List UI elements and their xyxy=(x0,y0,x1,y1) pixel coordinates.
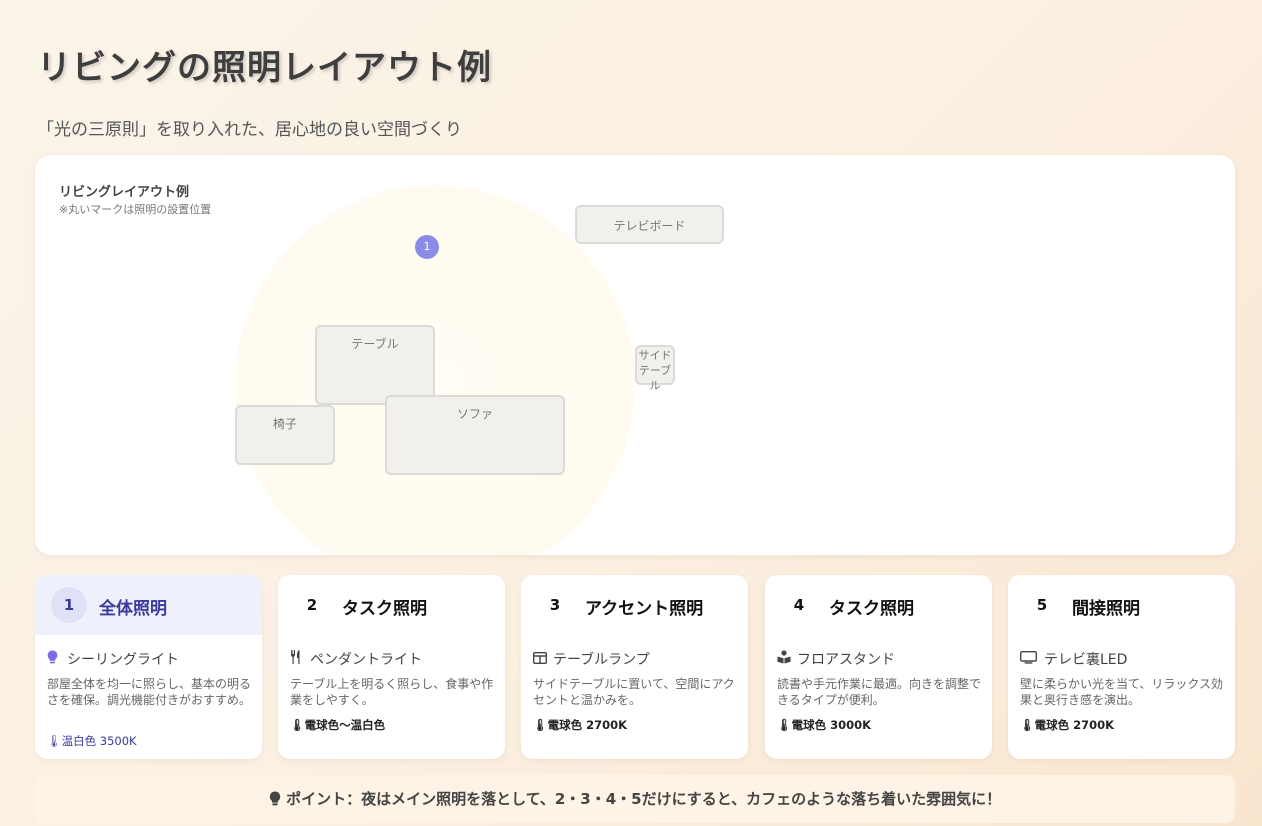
card-fixture-label: フロアスタンド xyxy=(797,652,895,668)
thermometer-icon: 🌡 xyxy=(47,734,62,748)
card-description: サイドテーブルに置いて、空間にアクセントと温かみを。 xyxy=(533,677,735,707)
layout-note: ※丸いマークは照明の設置位置 xyxy=(59,203,212,216)
lightbulb-icon xyxy=(47,650,61,668)
card-color-temp: 🌡電球色 2700K xyxy=(1020,717,1114,733)
card-color-temp-label: 電球色 3000K xyxy=(791,718,872,732)
card-header: 1 全体照明 xyxy=(35,575,262,635)
card-title: 間接照明 xyxy=(1072,599,1140,619)
furniture-tv-board: テレビボード xyxy=(575,205,724,244)
card-color-temp: 🌡電球色 3000K xyxy=(777,717,871,733)
card-fixture-label: ペンダントライト xyxy=(310,652,422,668)
card-fixture-label: テレビ裏LED xyxy=(1044,652,1128,668)
book-reader-icon xyxy=(777,650,791,668)
card-number: 3 xyxy=(549,596,561,614)
card-color-temp: 🌡電球色 2700K xyxy=(533,717,627,733)
furniture-side-table: サイドテーブル xyxy=(635,345,675,392)
card-title: アクセント照明 xyxy=(585,599,704,619)
card-header: 5 間接照明 xyxy=(1008,575,1235,635)
thermometer-icon: 🌡 xyxy=(1020,718,1035,732)
card-title: タスク照明 xyxy=(829,599,914,619)
page-subtitle: 「光の三原則」を取り入れた、居心地の良い空間づくり xyxy=(37,120,462,140)
card-header: 3 アクセント照明 xyxy=(521,575,748,635)
card-number: 2 xyxy=(306,596,318,614)
furniture-chair: 椅子 xyxy=(235,405,335,465)
light-marker-1[interactable]: 1 xyxy=(415,235,439,259)
furniture-table: テーブル xyxy=(315,325,435,405)
card-number: 1 xyxy=(51,587,87,623)
layout-title: リビングレイアウト例 xyxy=(59,185,190,200)
card-color-temp-label: 電球色 2700K xyxy=(1034,718,1115,732)
card-title: タスク照明 xyxy=(342,599,427,619)
lighting-card-5[interactable]: 5 間接照明 テレビ裏LED 壁に柔らかい光を当て、リラックス効果と奥行き感を演… xyxy=(1008,575,1235,759)
card-fixture: フロアスタンド xyxy=(777,649,895,669)
card-header: 2 タスク照明 xyxy=(278,575,505,635)
card-color-temp-label: 電球色 2700K xyxy=(547,718,628,732)
card-title: 全体照明 xyxy=(99,599,167,619)
lighting-card-3[interactable]: 3 アクセント照明 テーブルランプ サイドテーブルに置いて、空間にアクセントと温… xyxy=(521,575,748,759)
card-color-temp-label: 電球色〜温白色 xyxy=(304,718,386,732)
card-description: テーブル上を明るく照らし、食事や作業をしやすく。 xyxy=(290,677,494,707)
tv-icon xyxy=(1019,650,1038,668)
table-icon xyxy=(532,651,548,668)
card-fixture-label: シーリングライト xyxy=(67,652,179,668)
lighting-card-1[interactable]: 1 全体照明 シーリングライト 部屋全体を均一に照らし、基本の明るさを確保。調光… xyxy=(35,575,262,759)
thermometer-icon: 🌡 xyxy=(777,718,792,732)
layout-panel: リビングレイアウト例 ※丸いマークは照明の設置位置 テレビボード テーブル 椅子… xyxy=(35,155,1235,555)
card-fixture-label: テーブルランプ xyxy=(553,652,650,668)
card-color-temp-label: 温白色 3500K xyxy=(61,734,137,748)
lighting-card-4[interactable]: 4 タスク照明 フロアスタンド 読書や手元作業に最適。向きを調整できるタイプが便… xyxy=(765,575,992,759)
card-number: 4 xyxy=(793,596,805,614)
thermometer-icon: 🌡 xyxy=(290,718,305,732)
card-color-temp: 🌡電球色〜温白色 xyxy=(290,717,385,733)
utensils-icon xyxy=(290,650,304,668)
thermometer-icon: 🌡 xyxy=(533,718,548,732)
tip-text: ポイント：夜はメイン照明を落として、2・3・4・5だけにすると、カフェのような落… xyxy=(286,790,1002,808)
furniture-sofa: ソファ xyxy=(385,395,565,475)
page-title: リビングの照明レイアウト例 xyxy=(37,48,492,88)
card-description: 読書や手元作業に最適。向きを調整できるタイプが便利。 xyxy=(777,677,982,707)
card-fixture: テーブルランプ xyxy=(532,649,650,669)
card-header: 4 タスク照明 xyxy=(765,575,992,635)
card-fixture: ペンダントライト xyxy=(290,649,422,669)
card-fixture: テレビ裏LED xyxy=(1019,649,1128,669)
card-number: 5 xyxy=(1036,596,1048,614)
tip-banner: ポイント：夜はメイン照明を落として、2・3・4・5だけにすると、カフェのような落… xyxy=(35,775,1235,823)
card-color-temp: 🌡温白色 3500K xyxy=(47,733,137,749)
card-description: 壁に柔らかい光を当て、リラックス効果と奥行き感を演出。 xyxy=(1020,677,1224,707)
card-description: 部屋全体を均一に照らし、基本の明るさを確保。調光機能付きがおすすめ。 xyxy=(47,677,252,707)
card-fixture: シーリングライト xyxy=(47,649,179,669)
lightbulb-icon xyxy=(269,790,286,808)
lighting-card-2[interactable]: 2 タスク照明 ペンダントライト テーブル上を明るく照らし、食事や作業をしやすく… xyxy=(278,575,505,759)
